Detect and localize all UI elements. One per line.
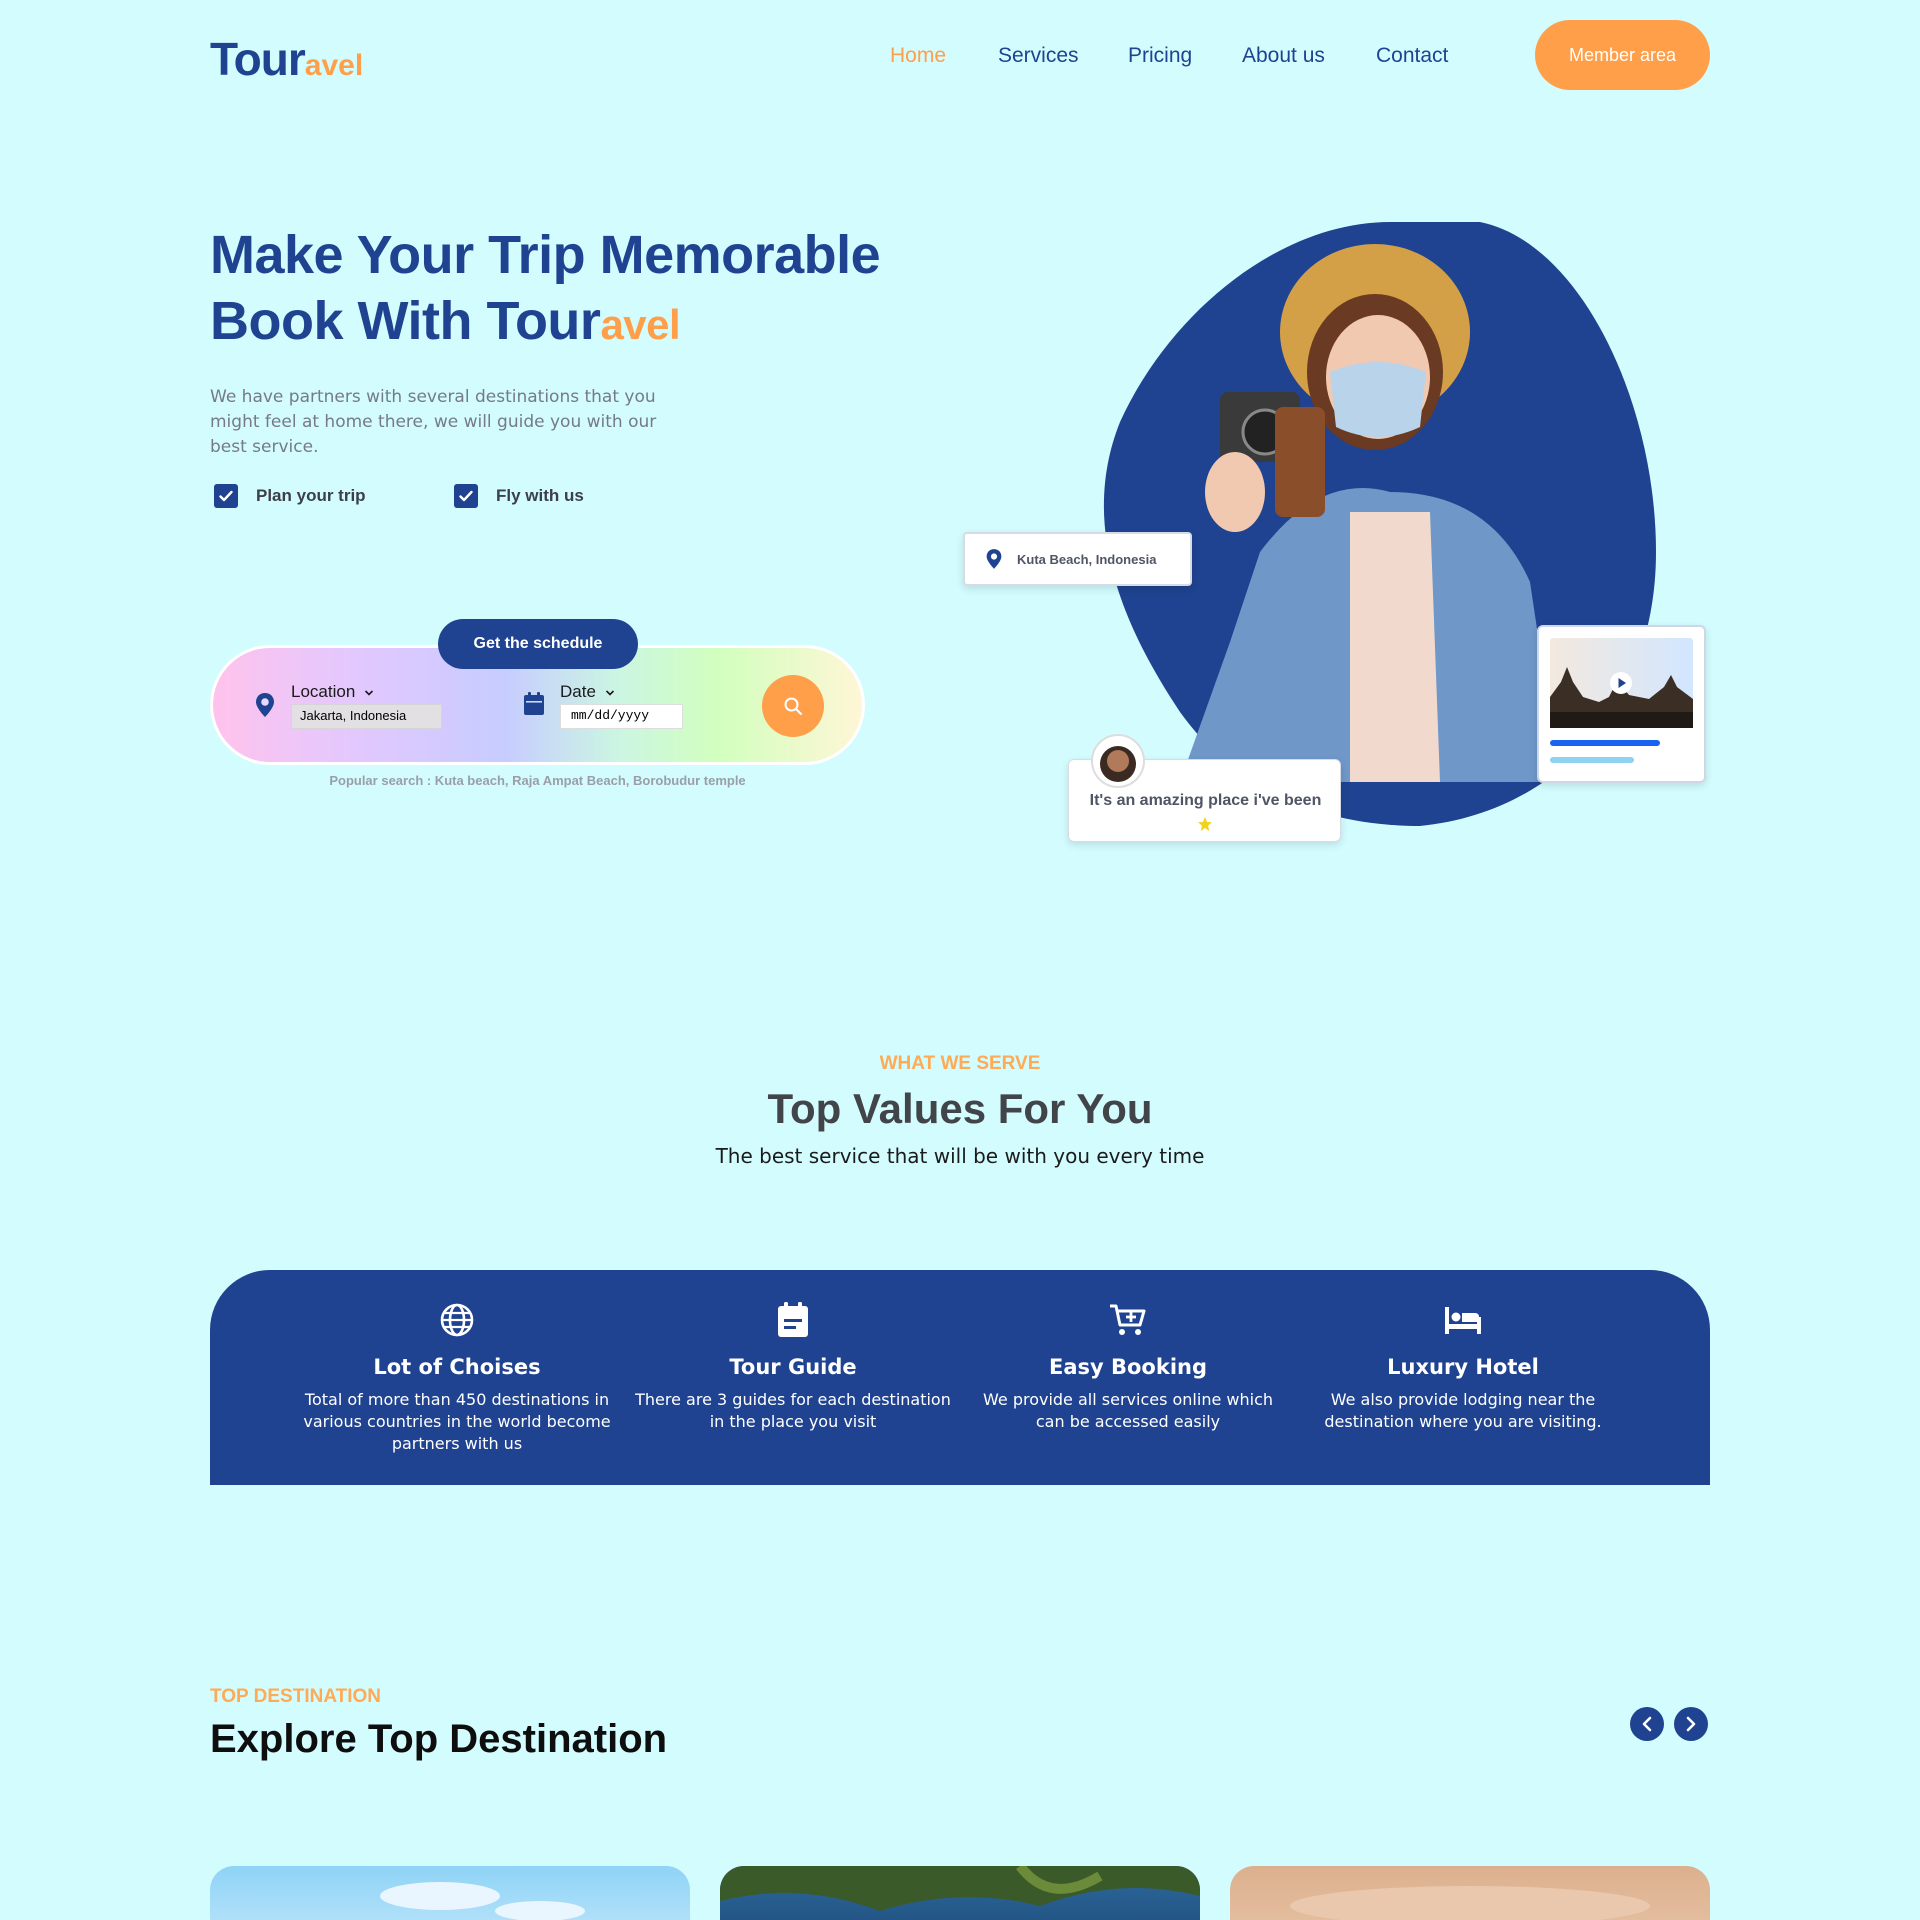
play-icon[interactable] <box>1609 671 1633 700</box>
avatar <box>1091 734 1145 793</box>
chevron-down-icon <box>364 690 374 696</box>
nav-services[interactable]: Services <box>998 44 1079 68</box>
progress-bar <box>1550 740 1660 746</box>
nav-home[interactable]: Home <box>890 44 946 68</box>
check-fly-with-us[interactable]: Fly with us <box>454 484 584 508</box>
review-card: It's an amazing place i've been <box>1068 734 1341 842</box>
destination-image <box>380 1882 585 1920</box>
check-label: Fly with us <box>496 486 584 505</box>
checkbox-icon[interactable] <box>214 484 238 508</box>
chevron-right-icon <box>1686 1716 1696 1732</box>
next-button[interactable] <box>1674 1707 1708 1741</box>
get-schedule-button[interactable]: Get the schedule <box>438 619 638 669</box>
value-item: Luxury Hotel We also provide lodging nea… <box>1303 1300 1623 1433</box>
destination-card[interactable] <box>1230 1866 1710 1920</box>
value-description: We also provide lodging near the destina… <box>1324 1390 1602 1431</box>
brand-logo[interactable]: Touravel <box>210 32 363 86</box>
globe-icon <box>297 1300 617 1340</box>
checkbox-icon[interactable] <box>454 484 478 508</box>
destination-card[interactable] <box>210 1866 690 1920</box>
destinations-eyebrow: TOP DESTINATION <box>210 1686 382 1707</box>
location-card: Kuta Beach, Indonesia <box>963 532 1192 586</box>
values-subtitle: The best service that will be with you e… <box>715 1144 1205 1168</box>
value-item: Lot of Choises Total of more than 450 de… <box>297 1300 617 1455</box>
value-description: There are 3 guides for each destination … <box>635 1390 951 1431</box>
destinations-title: Explore Top Destination <box>210 1717 668 1761</box>
value-title: Easy Booking <box>1048 1355 1208 1379</box>
values-title: Top Values For You <box>767 1085 1153 1132</box>
value-item: Easy Booking We provide all services onl… <box>968 1300 1288 1433</box>
chevron-left-icon <box>1642 1716 1652 1732</box>
date-input[interactable]: mm/dd/yyyy <box>560 704 683 729</box>
prev-button[interactable] <box>1630 1707 1664 1741</box>
chevron-down-icon <box>605 690 614 696</box>
progress-bar-secondary <box>1550 757 1634 763</box>
check-label: Plan your trip <box>256 486 366 505</box>
value-description: We provide all services online which can… <box>983 1390 1273 1431</box>
calendar-note-icon <box>633 1300 953 1340</box>
values-eyebrow: WHAT WE SERVE <box>879 1053 1041 1074</box>
destination-image <box>720 1866 1200 1911</box>
hero-title-line2: Book With Tour <box>210 291 601 351</box>
location-label: Location <box>291 682 356 701</box>
nav-contact[interactable]: Contact <box>1376 44 1448 68</box>
review-text: It's an amazing place i've been <box>1089 792 1322 809</box>
search-icon <box>784 697 802 715</box>
member-area-button[interactable]: Member area <box>1535 20 1710 90</box>
hero-title: Make Your Trip Memorable Book With Toura… <box>210 222 950 358</box>
date-label: Date <box>560 682 596 701</box>
popular-search: Popular search : Kuta beach, Raja Ampat … <box>329 773 746 788</box>
location-pin-icon <box>254 692 276 723</box>
value-item: Tour Guide There are 3 guides for each d… <box>633 1300 953 1433</box>
location-pin-icon <box>986 549 1002 569</box>
nav-pricing[interactable]: Pricing <box>1128 44 1192 68</box>
value-title: Luxury Hotel <box>1387 1355 1539 1379</box>
video-card[interactable] <box>1537 625 1706 783</box>
value-description: Total of more than 450 destinations in v… <box>303 1390 611 1453</box>
bed-icon <box>1303 1300 1623 1340</box>
location-card-text: Kuta Beach, Indonesia <box>1017 551 1157 567</box>
cart-icon <box>968 1300 1288 1340</box>
hero-title-accent: avel <box>600 301 681 348</box>
hero-title-line1: Make Your Trip Memorable <box>210 225 881 285</box>
brand-name-accent: avel <box>304 49 364 82</box>
destination-image <box>1290 1886 1650 1920</box>
date-dropdown[interactable]: Date <box>560 682 615 702</box>
location-dropdown[interactable]: Location <box>291 682 374 702</box>
value-title: Lot of Choises <box>373 1355 541 1379</box>
calendar-icon <box>523 692 545 721</box>
location-input[interactable]: Jakarta, Indonesia <box>291 704 442 729</box>
nav-about-us[interactable]: About us <box>1242 44 1325 68</box>
destination-card[interactable] <box>720 1866 1200 1920</box>
value-title: Tour Guide <box>729 1355 857 1379</box>
star-icon <box>1197 816 1213 837</box>
search-button[interactable] <box>762 675 824 737</box>
check-plan-trip[interactable]: Plan your trip <box>214 484 366 508</box>
brand-name-main: Tour <box>210 33 306 85</box>
hero-description: We have partners with several destinatio… <box>210 387 657 457</box>
